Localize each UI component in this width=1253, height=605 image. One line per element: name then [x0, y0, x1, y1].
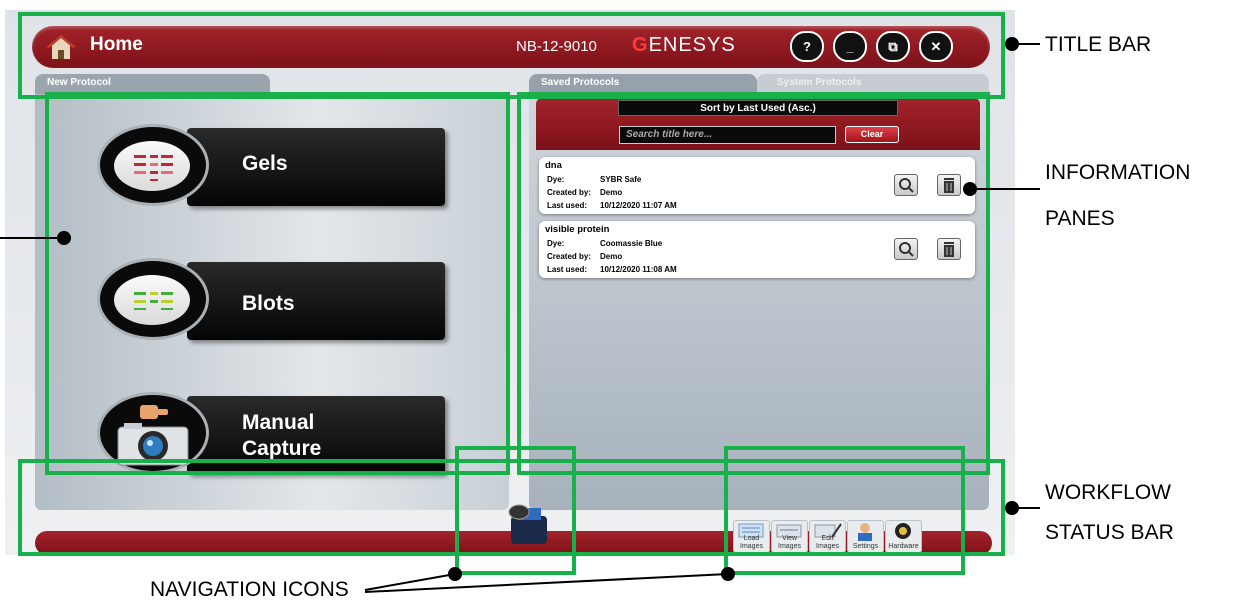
workflow-annotation-line1: WORKFLOW — [1045, 481, 1171, 504]
nav-left-callout-dot — [448, 567, 462, 581]
annotation-leader-lines — [0, 43, 1040, 593]
nav-icons-annotation: NAVIGATION ICONS — [150, 578, 349, 601]
left-pane-callout-dot — [57, 231, 71, 245]
title-bar-annotation: TITLE BAR — [1045, 33, 1152, 56]
workflow-annotation-line2: STATUS BAR — [1045, 521, 1174, 544]
nav-right-callout-dot — [721, 567, 735, 581]
info-panes-annotation-line1: INFORMATION — [1045, 161, 1191, 184]
info-panes-callout-dot — [963, 182, 977, 196]
title-bar-callout-dot — [1005, 37, 1019, 51]
info-panes-annotation-line2: PANES — [1045, 207, 1115, 230]
workflow-callout-dot — [1005, 501, 1019, 515]
